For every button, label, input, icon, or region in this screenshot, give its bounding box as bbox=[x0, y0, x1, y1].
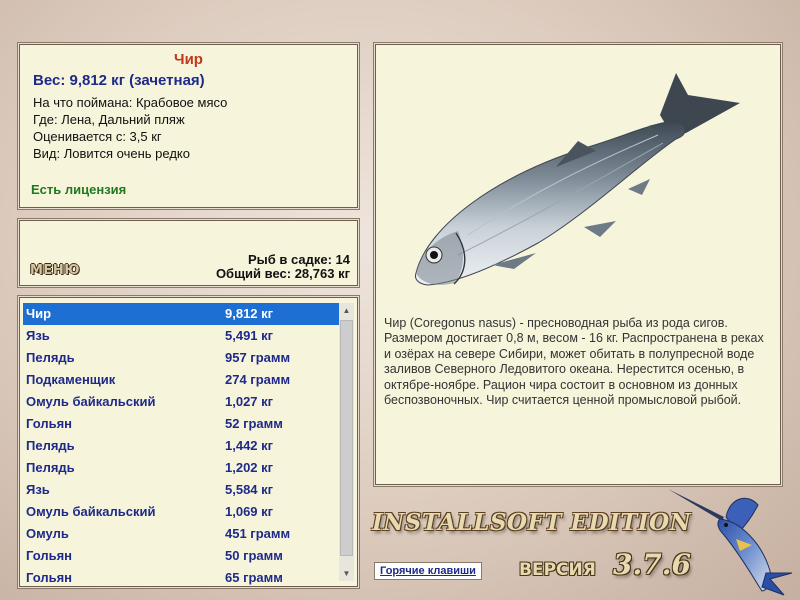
catch-fish-weight: 451 грамм bbox=[225, 526, 291, 541]
catch-list-row[interactable]: Омуль 451 грамм bbox=[23, 523, 341, 545]
rarity-info: Вид: Ловится очень редко bbox=[33, 146, 190, 161]
fish-details-panel: Чир (Coregonus nasus) - пресноводная рыб… bbox=[375, 44, 781, 485]
location-info: Где: Лена, Дальний пляж bbox=[33, 112, 185, 127]
version-label: ВЕРСИЯ bbox=[519, 560, 596, 580]
brand-title: INSTALLSOFT EDITION bbox=[372, 509, 692, 536]
catch-list-row[interactable]: Язь 5,584 кг bbox=[23, 479, 341, 501]
keepnet-stats-panel: МЕНЮ Рыб в садке: 14 Общий вес: 28,763 к… bbox=[19, 220, 358, 286]
total-weight: Общий вес: 28,763 кг bbox=[215, 266, 350, 281]
catch-fish-weight: 52 грамм bbox=[225, 416, 283, 431]
marlin-logo bbox=[668, 489, 793, 596]
catch-fish-weight: 1,069 кг bbox=[225, 504, 274, 519]
catch-fish-weight: 1,442 кг bbox=[225, 438, 274, 453]
menu-button[interactable]: МЕНЮ bbox=[30, 263, 80, 278]
fish-description: Чир (Coregonus nasus) - пресноводная рыб… bbox=[384, 316, 764, 408]
fish-count: Рыб в садке: 14 bbox=[247, 252, 350, 267]
catch-fish-name: Пелядь bbox=[26, 438, 75, 453]
scroll-up-arrow-icon[interactable]: ▲ bbox=[339, 303, 354, 318]
catch-list-row[interactable]: Чир 9,812 кг bbox=[23, 303, 341, 325]
list-scrollbar[interactable]: ▲ ▼ bbox=[339, 303, 354, 581]
catch-list-row[interactable]: Гольян 50 грамм bbox=[23, 545, 341, 567]
bait-info: На что поймана: Крабовое мясо bbox=[33, 95, 228, 110]
catch-list-row[interactable]: Гольян 52 грамм bbox=[23, 413, 341, 435]
catch-fish-name: Омуль байкальский bbox=[26, 504, 156, 519]
catch-fish-name: Язь bbox=[26, 328, 50, 343]
scroll-down-arrow-icon[interactable]: ▼ bbox=[339, 566, 354, 581]
hotkeys-link[interactable]: Горячие клавиши bbox=[374, 562, 482, 580]
catch-fish-name: Пелядь bbox=[26, 350, 75, 365]
catch-list: Чир 9,812 кг Язь 5,491 кг Пелядь 957 грамм Под… bbox=[23, 303, 341, 586]
catch-fish-weight: 957 грамм bbox=[225, 350, 291, 365]
catch-fish-name: Гольян bbox=[26, 548, 73, 563]
catch-fish-weight: 65 грамм bbox=[225, 570, 283, 585]
catch-fish-weight: 5,584 кг bbox=[225, 482, 274, 497]
catch-fish-weight: 5,491 кг bbox=[225, 328, 274, 343]
catch-info-panel: Чир Вес: 9,812 кг (зачетная) На что пойм… bbox=[19, 44, 358, 208]
scrollbar-thumb[interactable] bbox=[340, 320, 353, 556]
whitefish-image bbox=[415, 73, 740, 286]
catch-list-row[interactable]: Омуль байкальский 1,069 кг bbox=[23, 501, 341, 523]
catch-fish-name: Язь bbox=[26, 482, 50, 497]
value-info: Оценивается с: 3,5 кг bbox=[33, 129, 162, 144]
catch-fish-weight: 274 грамм bbox=[225, 372, 291, 387]
catch-fish-name: Подкаменщик bbox=[26, 372, 116, 387]
catch-fish-name: Гольян bbox=[26, 416, 73, 431]
catch-fish-weight: 50 грамм bbox=[225, 548, 283, 563]
catch-list-row[interactable]: Омуль байкальский 1,027 кг bbox=[23, 391, 341, 413]
catch-list-row[interactable]: Язь 5,491 кг bbox=[23, 325, 341, 347]
fish-name-title: Чир bbox=[174, 51, 203, 68]
catch-list-row[interactable]: Пелядь 957 грамм bbox=[23, 347, 341, 369]
catch-list-row[interactable]: Пелядь 1,202 кг bbox=[23, 457, 341, 479]
catch-list-panel: Чир 9,812 кг Язь 5,491 кг Пелядь 957 грамм Под… bbox=[19, 297, 358, 587]
catch-fish-name: Гольян bbox=[26, 570, 73, 585]
catch-fish-name: Чир bbox=[26, 306, 52, 321]
catch-list-row[interactable]: Подкаменщик 274 грамм bbox=[23, 369, 341, 391]
catch-fish-weight: 9,812 кг bbox=[225, 306, 274, 321]
catch-fish-name: Пелядь bbox=[26, 460, 75, 475]
catch-list-row[interactable]: Гольян 65 грамм bbox=[23, 567, 341, 586]
catch-fish-weight: 1,202 кг bbox=[225, 460, 274, 475]
catch-list-row[interactable]: Пелядь 1,442 кг bbox=[23, 435, 341, 457]
catch-fish-weight: 1,027 кг bbox=[225, 394, 274, 409]
catch-fish-name: Омуль байкальский bbox=[26, 394, 156, 409]
fish-weight: Вес: 9,812 кг (зачетная) bbox=[33, 72, 205, 89]
license-status: Есть лицензия bbox=[31, 182, 127, 197]
catch-fish-name: Омуль bbox=[26, 526, 69, 541]
